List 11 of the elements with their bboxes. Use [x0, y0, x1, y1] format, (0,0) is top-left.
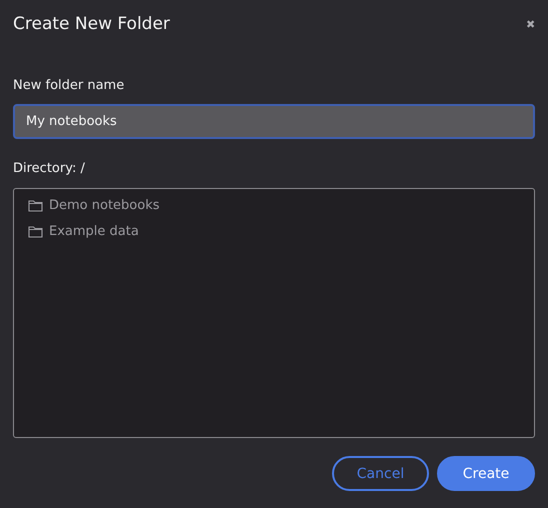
folder-item[interactable]: Example data	[49, 221, 139, 242]
cancel-button[interactable]: Cancel	[332, 456, 429, 491]
create-button[interactable]: Create	[437, 456, 535, 491]
folder-name-field[interactable]: My notebooks	[13, 104, 535, 139]
close-button[interactable]: ✖	[526, 16, 535, 33]
dialog-title: Create New Folder	[13, 13, 170, 36]
folder-icon	[28, 199, 43, 212]
folder-icon	[28, 225, 43, 238]
directory-label: Directory: /	[13, 160, 86, 178]
folder-item[interactable]: Demo notebooks	[49, 195, 160, 216]
field-label: New folder name	[13, 77, 126, 95]
